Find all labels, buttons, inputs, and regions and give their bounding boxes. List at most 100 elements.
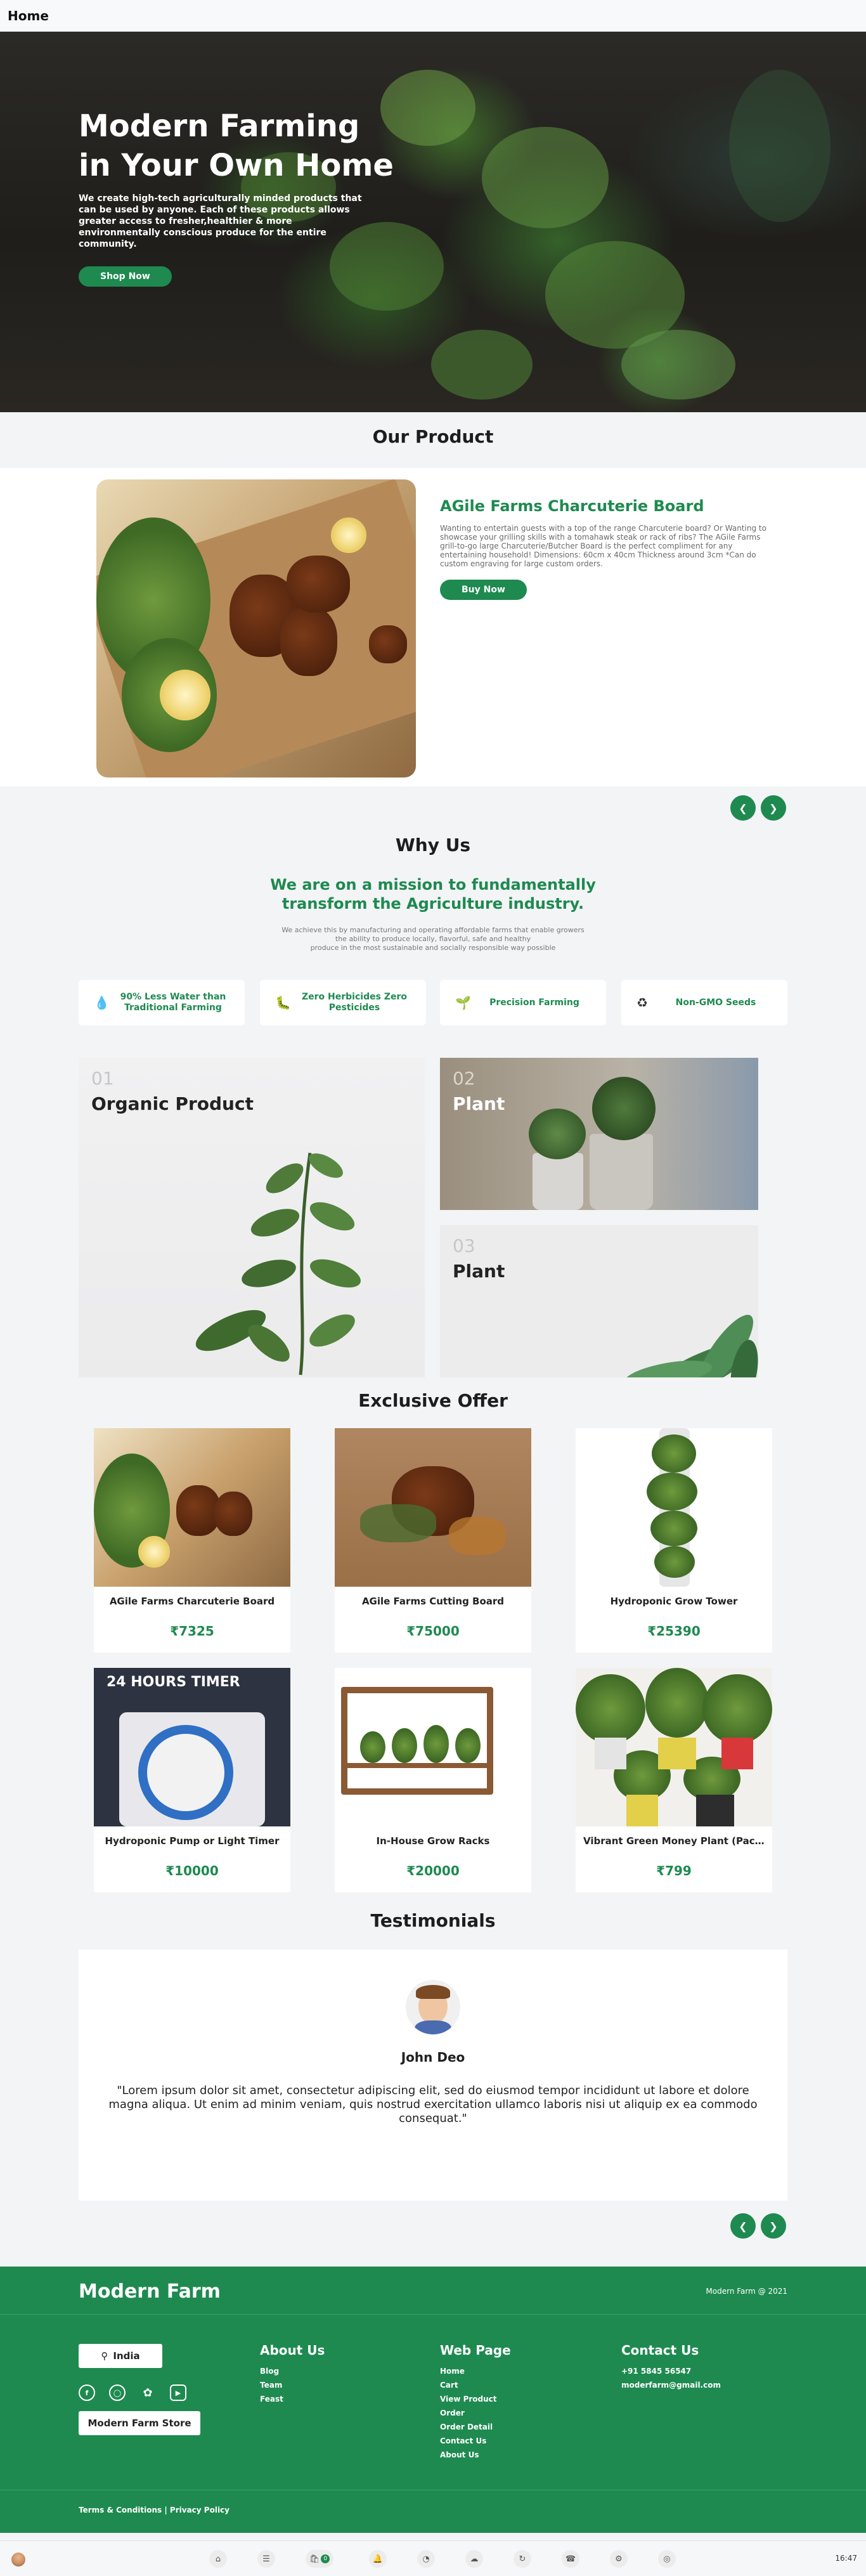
shop-now-button[interactable]: Shop Now	[79, 266, 172, 287]
cart-icon[interactable]: 🛍 0	[306, 2550, 333, 2568]
footer-top: Modern Farm Modern Farm @ 2021	[0, 2267, 866, 2315]
chart-icon[interactable]: ◔	[417, 2550, 435, 2568]
offer-image	[335, 1668, 531, 1826]
cloud-icon[interactable]: ☁	[465, 2550, 483, 2568]
offer-card[interactable]: Hydroponic Grow Tower ₹25390	[576, 1428, 772, 1653]
testimonial-next-button[interactable]: ❯	[761, 2213, 786, 2239]
user-avatar[interactable]	[11, 2553, 25, 2566]
footer-link-contact-us[interactable]: Contact Us	[440, 2434, 511, 2448]
hero-banner: Modern Farming in Your Own Home We creat…	[0, 32, 866, 412]
contact-phone[interactable]: +91 5845 56547	[621, 2364, 721, 2378]
menu-icon[interactable]: ☰	[257, 2550, 275, 2568]
offer-price: ₹799	[656, 1863, 692, 1878]
footer-link-cart[interactable]: Cart	[440, 2378, 511, 2392]
chevron-left-icon: ❮	[739, 2220, 747, 2232]
feature-label: Precision Farming	[489, 997, 579, 1008]
tile-plant-2: 03 Plant	[440, 1225, 758, 1377]
home-icon[interactable]: ⌂	[209, 2550, 227, 2568]
footer-link-home[interactable]: Home	[440, 2364, 511, 2378]
avatar	[406, 1980, 460, 2034]
tile-title: Plant	[453, 1093, 505, 1114]
phone-icon[interactable]: ☎	[562, 2550, 579, 2568]
product-description: Wanting to entertain guests with a top o…	[440, 524, 766, 568]
mission-statement: We are on a mission to fundamentally tra…	[0, 875, 866, 913]
mission-subtext: We achieve this by manufacturing and ope…	[0, 926, 866, 953]
offer-card[interactable]: Vibrant Green Money Plant (Pack of 3) ₹7…	[576, 1668, 772, 1892]
footer-link-feast[interactable]: Feast	[260, 2392, 325, 2406]
twitter-icon[interactable]: ✿	[139, 2384, 156, 2401]
footer-about-column: About Us Blog Team Feast	[260, 2343, 325, 2406]
refresh-icon[interactable]: ↻	[514, 2550, 531, 2568]
facebook-icon[interactable]: f	[79, 2384, 95, 2401]
testimonial-quote: "Lorem ipsum dolor sit amet, consectetur…	[108, 2084, 758, 2125]
product-title: AGile Farms Charcuterie Board	[440, 497, 704, 515]
feature-card-herbicides: 🐛 Zero Herbicides Zero Pesticides	[260, 980, 426, 1025]
chevron-right-icon: ❯	[769, 802, 778, 814]
offer-card[interactable]: 24 HOURS TIMER Hydroponic Pump or Light …	[94, 1668, 290, 1892]
bell-icon[interactable]: 🔔	[369, 2550, 387, 2568]
offer-image	[576, 1428, 772, 1587]
offer-image	[576, 1668, 772, 1826]
testimonial-name: John Deo	[401, 2050, 465, 2065]
offer-image: 24 HOURS TIMER	[94, 1668, 290, 1826]
mission-line-2: transform the Agriculture industry.	[281, 895, 585, 913]
country-label: India	[113, 2350, 140, 2362]
exclusive-offer-heading: Exclusive Offer	[358, 1390, 508, 1411]
footer-column-heading: Web Page	[440, 2343, 511, 2358]
footer-column-heading: Contact Us	[621, 2343, 699, 2358]
offer-price: ₹7325	[170, 1623, 214, 1639]
buy-now-button[interactable]: Buy Now	[440, 580, 527, 600]
offer-card[interactable]: AGile Farms Charcuterie Board ₹7325	[94, 1428, 290, 1653]
settings-icon[interactable]: ⚙	[610, 2550, 628, 2568]
offer-image	[335, 1428, 531, 1587]
page-title: Home	[8, 8, 49, 23]
youtube-icon[interactable]: ▶	[170, 2384, 186, 2401]
testimonials-heading: Testimonials	[370, 1910, 496, 1931]
timer-label: 24 HOURS TIMER	[107, 1674, 240, 1690]
testimonial-prev-button[interactable]: ❮	[730, 2213, 756, 2239]
product-next-button[interactable]: ❯	[761, 795, 786, 821]
offer-price: ₹10000	[165, 1863, 219, 1878]
product-prev-button[interactable]: ❮	[730, 795, 756, 821]
footer-link-view-product[interactable]: View Product	[440, 2392, 511, 2406]
offer-card[interactable]: AGile Farms Cutting Board ₹75000	[335, 1428, 531, 1653]
tile-title: Plant	[453, 1261, 505, 1282]
tile-organic-product: 01 Organic Product	[79, 1058, 425, 1377]
hero-title: Modern Farming in Your Own Home	[79, 107, 396, 185]
bag-icon: 🛍	[309, 2554, 320, 2564]
copyright: Modern Farm @ 2021	[706, 2287, 787, 2296]
feature-label: Non-GMO Seeds	[675, 997, 756, 1008]
terms-privacy-links[interactable]: Terms & Conditions | Privacy Policy	[79, 2506, 229, 2514]
plant-icon: 🌱	[455, 995, 471, 1010]
offer-image	[94, 1428, 290, 1587]
footer-link-blog[interactable]: Blog	[260, 2364, 325, 2378]
mission-line-1: We are on a mission to fundamentally	[270, 876, 596, 894]
contact-email[interactable]: moderfarm@gmail.com	[621, 2378, 721, 2392]
instagram-icon[interactable]: ◯	[109, 2384, 126, 2401]
target-icon[interactable]: ◎	[658, 2550, 676, 2568]
offer-name: Hydroponic Pump or Light Timer	[105, 1835, 280, 1847]
bug-icon: 🐛	[275, 995, 291, 1010]
store-button[interactable]: Modern Farm Store	[79, 2411, 200, 2435]
taskbar: ⌂ ☰ 🛍 0 🔔 ◔ ☁ ↻ ☎ ⚙ ◎ 16:47	[0, 2540, 866, 2576]
footer-link-team[interactable]: Team	[260, 2378, 325, 2392]
footer-bottom: Terms & Conditions | Privacy Policy	[0, 2490, 866, 2533]
hero-title-line-1: Modern Farming	[79, 108, 360, 144]
cart-badge: 0	[321, 2554, 330, 2563]
country-selector[interactable]: ⚲ India	[79, 2344, 162, 2368]
tile-number: 02	[453, 1068, 475, 1089]
hero-description: We create high-tech agriculturally minde…	[79, 193, 362, 249]
offer-name: Vibrant Green Money Plant (Pack of 3)	[583, 1835, 772, 1847]
testimonial-card: John Deo "Lorem ipsum dolor sit amet, co…	[79, 1949, 787, 2201]
offer-price: ₹25390	[647, 1623, 701, 1639]
footer-link-about-us[interactable]: About Us	[440, 2448, 511, 2462]
footer-link-order-detail[interactable]: Order Detail	[440, 2420, 511, 2434]
footer-link-order[interactable]: Order	[440, 2406, 511, 2420]
hero-content: Modern Farming in Your Own Home We creat…	[79, 107, 396, 287]
tile-plant-1: 02 Plant	[440, 1058, 758, 1210]
footer-column-heading: About Us	[260, 2343, 325, 2358]
mission-sub-line-3: produce in the most sustainable and soci…	[310, 944, 556, 952]
offer-name: AGile Farms Cutting Board	[361, 1596, 505, 1607]
offer-card[interactable]: In-House Grow Racks ₹20000	[335, 1668, 531, 1892]
top-bar: Home	[0, 0, 866, 32]
